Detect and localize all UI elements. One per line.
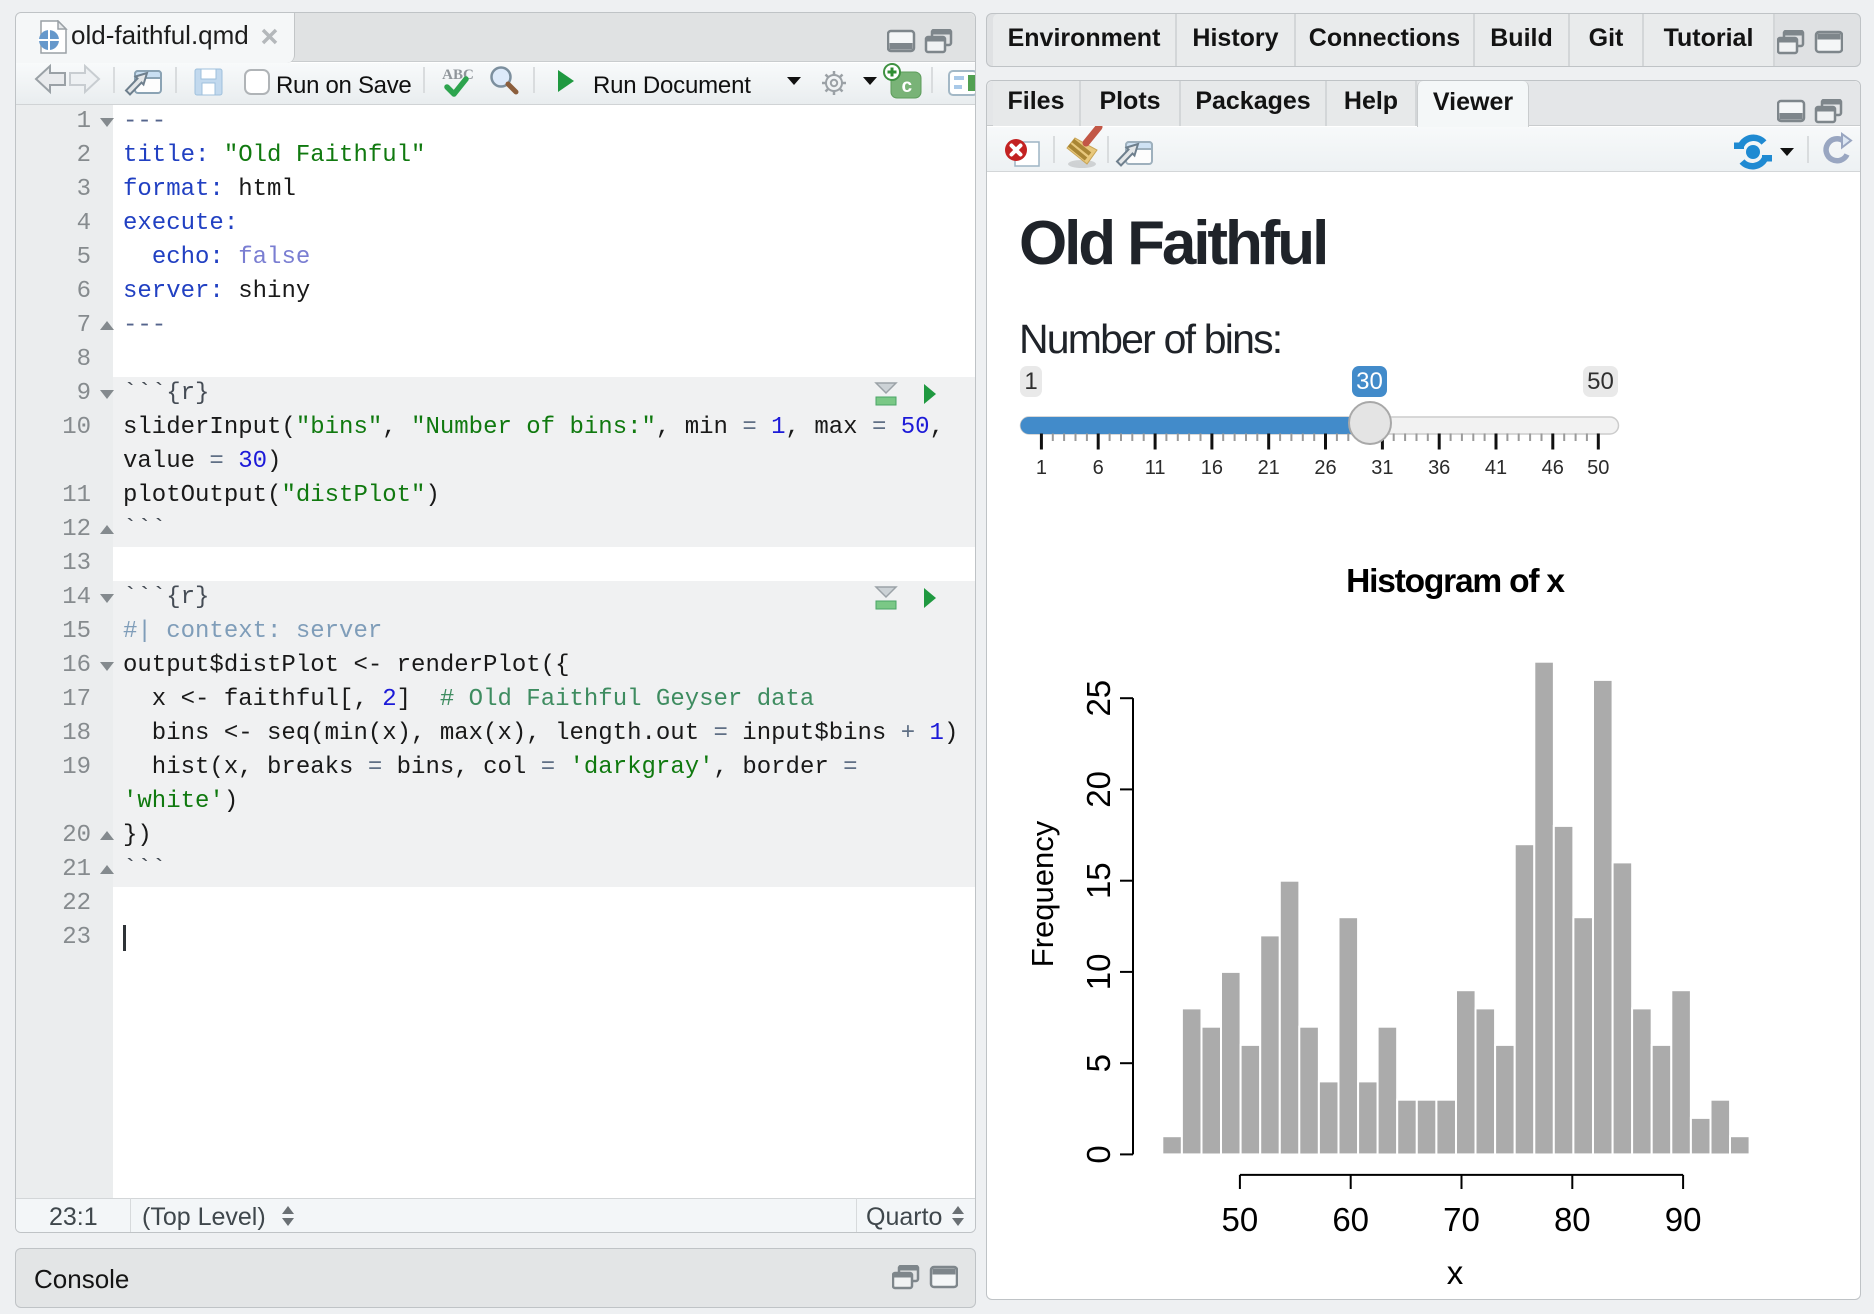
svg-text:60: 60	[1332, 1201, 1369, 1238]
svg-text:5: 5	[1080, 1054, 1117, 1072]
svg-text:6: 6	[1093, 457, 1104, 479]
svg-text:20: 20	[1080, 771, 1117, 808]
svg-text:Old Faithful: Old Faithful	[1019, 209, 1326, 278]
svg-text:1: 1	[1024, 368, 1037, 395]
svg-text:10: 10	[1080, 954, 1117, 991]
svg-text:41: 41	[1485, 457, 1507, 479]
svg-text:46: 46	[1542, 457, 1564, 479]
svg-text:80: 80	[1554, 1201, 1591, 1238]
svg-text:36: 36	[1428, 457, 1450, 479]
svg-text:1: 1	[1036, 457, 1047, 479]
svg-text:ABC: ABC	[442, 67, 474, 83]
svg-text:x: x	[1447, 1254, 1464, 1291]
svg-text:Frequency: Frequency	[1025, 820, 1060, 967]
svg-text:0: 0	[1080, 1145, 1117, 1163]
svg-text:90: 90	[1665, 1201, 1702, 1238]
svg-text:50: 50	[1587, 368, 1614, 395]
svg-text:50: 50	[1587, 457, 1609, 479]
svg-text:30: 30	[1356, 368, 1383, 395]
svg-text:25: 25	[1080, 680, 1117, 717]
svg-text:50: 50	[1222, 1201, 1259, 1238]
svg-text:c: c	[901, 76, 912, 98]
svg-text:26: 26	[1314, 457, 1336, 479]
svg-text:31: 31	[1371, 457, 1393, 479]
svg-text:16: 16	[1201, 457, 1223, 479]
svg-text:Histogram of x: Histogram of x	[1346, 563, 1565, 600]
svg-text:21: 21	[1258, 457, 1280, 479]
svg-text:Number of bins:: Number of bins:	[1019, 316, 1281, 362]
svg-text:70: 70	[1443, 1201, 1480, 1238]
svg-text:11: 11	[1145, 457, 1166, 479]
svg-text:15: 15	[1080, 862, 1117, 899]
